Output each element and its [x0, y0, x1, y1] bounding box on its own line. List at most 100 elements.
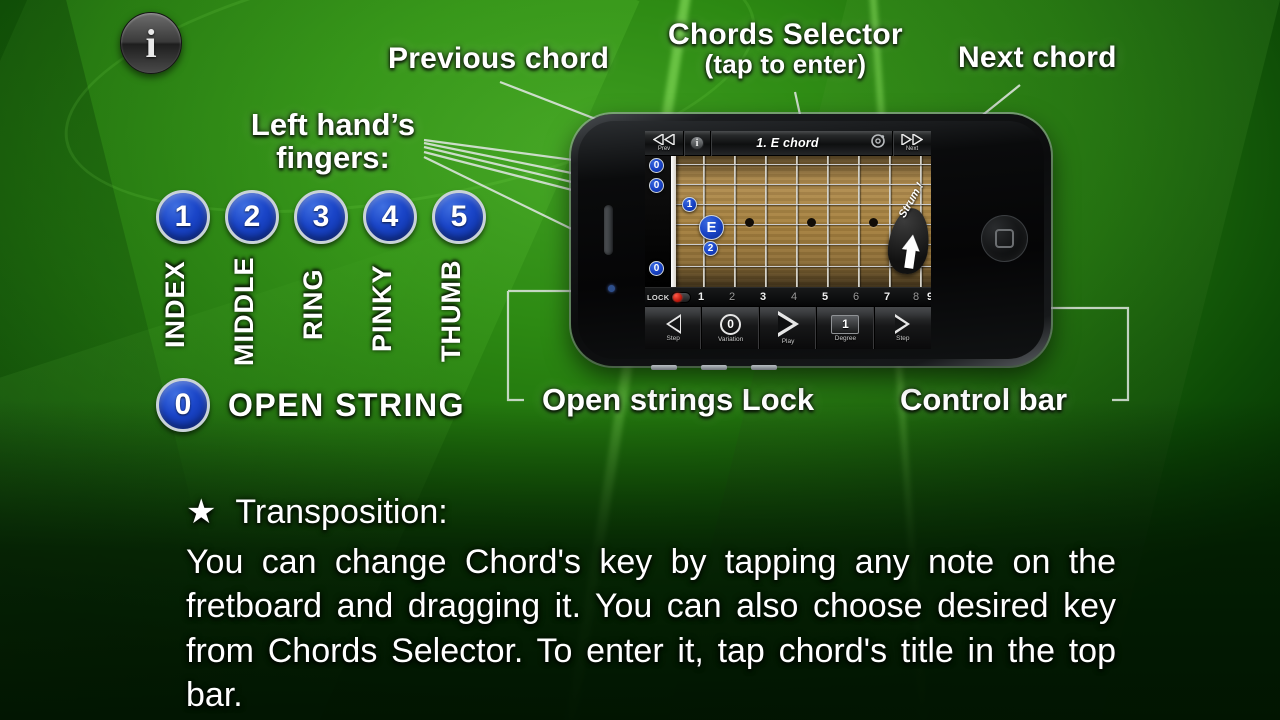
left-hand-line-1: Left hand’s: [250, 107, 416, 142]
play-caption: Play: [781, 338, 795, 345]
transposition-body: You can change Chord's key by tapping an…: [186, 543, 1116, 714]
lock-toggle-knob: [673, 293, 683, 302]
fret-inlay-dot: [745, 218, 754, 227]
next-chord-caption: Next: [905, 146, 919, 152]
tutorial-screen: i Previous chord Chords Selector (tap to…: [0, 0, 1280, 720]
finger-badge-3: 3: [294, 190, 348, 244]
guitar-string[interactable]: [645, 266, 931, 267]
open-strings-lock-toggle[interactable]: [671, 291, 692, 303]
gear-icon: [870, 133, 886, 154]
finger-name-ring: RING: [298, 268, 328, 341]
step-back-caption: Step: [666, 335, 680, 342]
open-string-marker[interactable]: 0: [649, 178, 664, 193]
play-button[interactable]: Play: [759, 307, 818, 349]
lock-label: LOCK: [647, 292, 670, 302]
guitar-string[interactable]: [645, 164, 931, 165]
circle-zero-icon: 0: [720, 313, 742, 335]
speaker-grill: [751, 365, 777, 370]
open-string-marker[interactable]: 0: [649, 261, 664, 276]
play-icon: [777, 311, 799, 337]
app-info-button[interactable]: i: [684, 131, 710, 156]
degree-caption: Degree: [834, 334, 857, 342]
step-forward-button[interactable]: Step: [874, 307, 931, 349]
triangle-right-icon: [895, 314, 911, 334]
info-glyph: i: [145, 20, 157, 66]
finger-badge-4: 4: [363, 190, 417, 244]
variation-caption: Variation: [718, 335, 744, 343]
fret-line: [765, 156, 767, 287]
fret-inlay-dot: [807, 218, 816, 227]
mute-switch-indicator[interactable]: [608, 285, 615, 292]
callout-previous-chord: Previous chord: [388, 42, 610, 75]
fret-number[interactable]: 8: [913, 291, 919, 303]
speaker-grill: [701, 365, 727, 370]
callout-chords-selector-title: Chords Selector: [668, 18, 903, 51]
finger-badge-1: 1: [156, 190, 210, 244]
nut: [671, 156, 676, 287]
fret-number[interactable]: 6: [853, 291, 859, 303]
fret-number[interactable]: 9: [927, 291, 931, 303]
info-icon: i: [690, 136, 704, 150]
speaker-grill: [651, 365, 677, 370]
next-chord-button[interactable]: Next: [893, 131, 931, 156]
triangle-left-icon: [665, 314, 681, 334]
open-string-label: OPEN STRING: [228, 386, 465, 423]
finger-badge-2: 2: [225, 190, 279, 244]
rewind-icon: [653, 134, 675, 145]
open-string-marker[interactable]: 0: [649, 158, 664, 173]
open-string-badge: 0: [156, 378, 210, 432]
fret-number[interactable]: 7: [884, 291, 890, 303]
fret-number[interactable]: 3: [760, 291, 766, 303]
open-string-legend: 0 OPEN STRING: [156, 378, 465, 432]
chord-title[interactable]: 1. E chord: [711, 136, 864, 150]
callout-control-bar: Control bar: [900, 382, 1068, 417]
prev-chord-caption: Prev: [657, 146, 671, 152]
transposition-section: ★ Transposition: You can change Chord's …: [186, 490, 1116, 717]
volume-rocker[interactable]: [604, 205, 613, 255]
strum-label: Strum !: [896, 180, 927, 221]
callout-chords-selector: Chords Selector (tap to enter): [668, 18, 903, 79]
finger-name-pinky: PINKY: [367, 264, 397, 352]
info-icon[interactable]: i: [120, 12, 182, 74]
fret-number[interactable]: 1: [698, 291, 704, 303]
left-hand-line-2: fingers:: [276, 140, 390, 176]
finger-note-1[interactable]: 1: [682, 197, 697, 212]
fret-line: [858, 156, 860, 287]
finger-badge-5: 5: [432, 190, 486, 244]
fret-number[interactable]: 4: [791, 291, 797, 303]
home-square-icon: [995, 229, 1014, 248]
app-top-bar: Prev i 1. E chord Next: [645, 131, 931, 156]
transposition-heading-text: Transposition:: [235, 493, 448, 531]
fret-number[interactable]: 5: [822, 291, 828, 303]
strum-arrow-stem: [904, 247, 916, 269]
fret-line: [827, 156, 829, 287]
fret-line: [889, 156, 891, 287]
callout-open-strings-lock: Open strings Lock: [542, 382, 815, 417]
open-strings-lock-row: LOCK 1 2 3 4 5 6 7 8 9: [645, 287, 931, 306]
control-bar: Step 0 Variation Play 1 Degree Step: [645, 306, 931, 349]
callout-left-hand-fingers: Left hand’s fingers:: [238, 108, 428, 175]
finger-note-2[interactable]: 2: [703, 241, 718, 256]
fast-forward-icon: [901, 134, 923, 145]
finger-name-index: INDEX: [160, 260, 190, 348]
prev-chord-button[interactable]: Prev: [645, 131, 683, 156]
guitar-string[interactable]: [645, 224, 931, 225]
settings-gear-button[interactable]: [864, 131, 892, 156]
fretboard[interactable]: Strum !: [645, 156, 931, 287]
app-screen: Prev i 1. E chord Next Strum ! 0 0 0 1 E…: [645, 131, 931, 349]
degree-value: 1: [831, 314, 860, 334]
home-button[interactable]: [981, 215, 1028, 262]
callout-chords-selector-sub: (tap to enter): [704, 48, 867, 79]
fret-line: [734, 156, 736, 287]
variation-button[interactable]: 0 Variation: [702, 307, 760, 349]
degree-button[interactable]: 1 Degree: [817, 307, 875, 349]
root-note-marker[interactable]: E: [699, 215, 724, 240]
step-back-button[interactable]: Step: [645, 307, 703, 349]
fret-inlay-dot: [869, 218, 878, 227]
finger-name-middle: MIDDLE: [229, 256, 259, 367]
fret-number[interactable]: 2: [729, 291, 735, 303]
finger-name-thumb: THUMB: [436, 259, 466, 362]
callout-next-chord: Next chord: [958, 41, 1117, 74]
fret-line: [796, 156, 798, 287]
guitar-string[interactable]: [645, 184, 931, 185]
